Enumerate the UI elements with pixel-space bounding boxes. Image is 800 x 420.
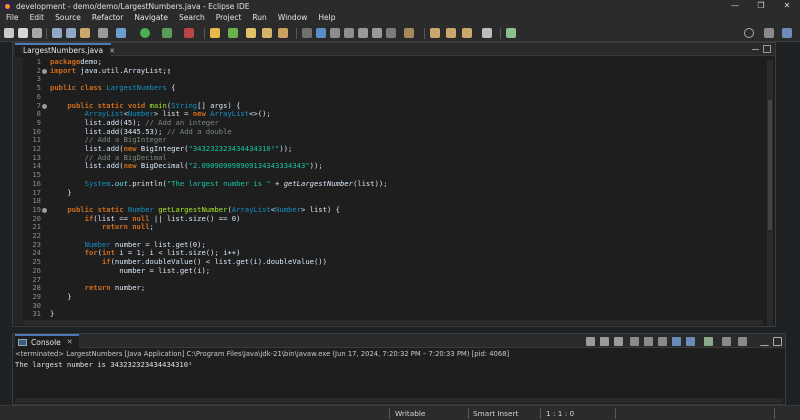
horizontal-scrollbar[interactable]: [23, 320, 763, 325]
external-tools-icon[interactable]: [184, 28, 194, 38]
show-stdout-icon[interactable]: [672, 337, 681, 346]
main-toolbar: [0, 24, 800, 42]
menu-project[interactable]: Project: [210, 12, 247, 24]
window-title: development - demo/demo/LargestNumbers.j…: [16, 1, 250, 11]
close-console-icon[interactable]: ✕: [67, 338, 73, 346]
menu-help[interactable]: Help: [312, 12, 340, 24]
menu-source[interactable]: Source: [49, 12, 86, 24]
maximize-console-icon[interactable]: [773, 337, 782, 346]
nav-forward-icon[interactable]: [482, 28, 492, 38]
tab-largest-numbers[interactable]: LargestNumbers.java ✕: [15, 43, 115, 56]
code-text: }: [50, 187, 72, 197]
clear-console-icon[interactable]: [630, 337, 639, 346]
close-tab-icon[interactable]: ✕: [109, 47, 115, 55]
back-icon[interactable]: [430, 28, 440, 38]
java-perspective-icon[interactable]: [782, 28, 792, 38]
close-button[interactable]: ✕: [774, 0, 800, 12]
remove-all-icon[interactable]: [614, 337, 623, 346]
word-wrap-console-icon[interactable]: [658, 337, 667, 346]
open-type-icon[interactable]: [246, 28, 256, 38]
redo-icon[interactable]: [66, 28, 76, 38]
minimize-button[interactable]: —: [722, 0, 748, 12]
block-select-icon[interactable]: [330, 28, 340, 38]
pin-icon[interactable]: [506, 28, 516, 38]
console-tab-label: Console: [31, 337, 61, 347]
word-wrap-icon[interactable]: [358, 28, 368, 38]
vertical-scrollbar[interactable]: [767, 60, 773, 326]
show-stderr-icon[interactable]: [686, 337, 695, 346]
editor-tab-bar: LargestNumbers.java ✕: [13, 43, 775, 56]
menu-file[interactable]: File: [0, 12, 24, 24]
pin-console-icon[interactable]: [704, 337, 713, 346]
menu-navigate[interactable]: Navigate: [128, 12, 173, 24]
menu-search[interactable]: Search: [173, 12, 210, 24]
highlight-icon[interactable]: [316, 28, 326, 38]
code-text: }: [50, 291, 72, 301]
terminal-icon[interactable]: [98, 28, 108, 38]
minimize-console-icon[interactable]: [760, 337, 769, 346]
remove-launch-icon[interactable]: [600, 337, 609, 346]
code-text: public class LargestNumbers {: [50, 83, 176, 93]
console-output: The largest number is 343232323434434310…: [15, 360, 193, 369]
maximize-button[interactable]: ❐: [748, 0, 774, 12]
eclipse-logo-icon: [3, 1, 12, 11]
code-text: return null;: [101, 222, 154, 232]
skip-breakpoints-icon[interactable]: [80, 28, 90, 38]
status-writable: Writable: [395, 409, 426, 418]
code-text: import java.util.ArrayList;▯: [50, 65, 172, 75]
tab-console[interactable]: Console ✕: [15, 334, 79, 348]
new-java-project-icon[interactable]: [210, 28, 220, 38]
terminate-icon[interactable]: [586, 337, 595, 346]
code-text: number = list.get(i);: [50, 265, 211, 275]
maximize-editor-icon[interactable]: [763, 45, 771, 53]
pilcrow-icon[interactable]: [372, 28, 382, 38]
status-cursor-position: 1 : 1 : 0: [546, 409, 575, 418]
search-toolbar-icon[interactable]: [744, 28, 754, 38]
terminated-info: <terminated> LargestNumbers [Java Applic…: [15, 350, 510, 358]
fold-marker-icon[interactable]: [42, 103, 47, 109]
code-text: System.out.println("The largest number i…: [84, 178, 388, 188]
last-edit-icon[interactable]: [462, 28, 472, 38]
status-insert-mode: Smart Insert: [473, 409, 519, 418]
fold-marker-icon[interactable]: [42, 207, 47, 213]
console-horizontal-scrollbar[interactable]: [15, 398, 783, 403]
debug-icon[interactable]: [116, 28, 126, 38]
menu-bar: File Edit Source Refactor Navigate Searc…: [0, 12, 800, 24]
run-icon[interactable]: [140, 28, 150, 38]
title-bar: development - demo/demo/LargestNumbers.j…: [0, 0, 800, 12]
editor-panel: LargestNumbers.java ✕ 1 packagedemo; 2 impo…: [12, 42, 776, 327]
scroll-lock-icon[interactable]: [644, 337, 653, 346]
menu-run[interactable]: Run: [246, 12, 271, 24]
code-editor[interactable]: 1 packagedemo; 2 import java.util.ArrayList…: [23, 57, 763, 327]
new-package-icon[interactable]: [228, 28, 238, 38]
save-all-icon[interactable]: [32, 28, 42, 38]
status-bar: Writable Smart Insert 1 : 1 : 0: [0, 405, 800, 420]
next-annotation-icon[interactable]: [404, 28, 414, 38]
menu-edit[interactable]: Edit: [24, 12, 50, 24]
perspective-icon[interactable]: [764, 28, 774, 38]
annotation-nav-icon[interactable]: [386, 28, 396, 38]
coverage-icon[interactable]: [162, 28, 172, 38]
console-icon: [18, 338, 27, 346]
minimize-editor-icon[interactable]: [752, 49, 759, 50]
toggle-mark-icon[interactable]: [302, 28, 312, 38]
console-tab-bar: Console ✕: [13, 334, 785, 348]
show-whitespace-icon[interactable]: [344, 28, 354, 38]
tab-label: LargestNumbers.java: [23, 46, 104, 55]
forward-icon[interactable]: [446, 28, 456, 38]
save-icon[interactable]: [18, 28, 28, 38]
search-icon[interactable]: [278, 28, 288, 38]
new-icon[interactable]: [4, 28, 14, 38]
open-task-icon[interactable]: [262, 28, 272, 38]
display-console-icon[interactable]: [722, 337, 731, 346]
code-text: }: [50, 309, 55, 319]
menu-window[interactable]: Window: [272, 12, 313, 24]
code-text: list.add(new BigDecimal("2.0909090989091…: [50, 161, 323, 171]
open-console-icon[interactable]: [738, 337, 747, 346]
fold-marker-icon[interactable]: [42, 68, 47, 74]
menu-refactor[interactable]: Refactor: [86, 12, 128, 24]
editor-ruler: [13, 57, 23, 325]
undo-icon[interactable]: [52, 28, 62, 38]
console-panel: Console ✕ <terminated> LargestNumbers [J…: [12, 333, 786, 405]
